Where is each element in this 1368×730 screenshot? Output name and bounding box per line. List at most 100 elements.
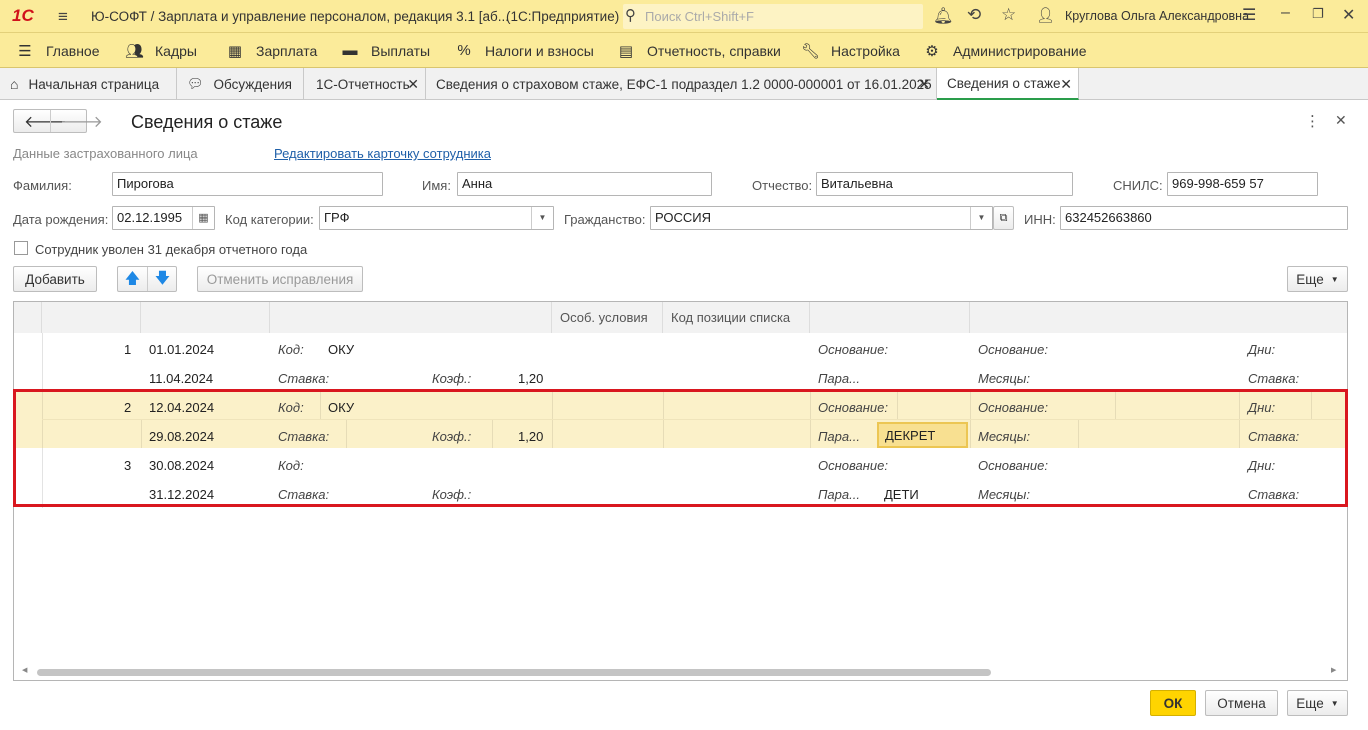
horizontal-scrollbar[interactable] bbox=[37, 669, 991, 676]
move-buttons: 🡅 🡇 bbox=[117, 266, 177, 292]
menu-reports[interactable]: ▤ Отчетность, справки bbox=[617, 33, 781, 68]
highlight-frame bbox=[13, 389, 1348, 507]
header-cell bbox=[270, 302, 552, 333]
param-label: Пара... bbox=[818, 371, 860, 386]
tab-home[interactable]: ⌂ Начальная страница bbox=[0, 68, 177, 100]
more-label: Еще bbox=[1296, 695, 1324, 711]
birth-date-field[interactable]: 02.12.1995 ▦ bbox=[112, 206, 215, 230]
wrench-icon: 🔧︎ bbox=[801, 42, 821, 60]
territory-code[interactable]: ОКУ bbox=[328, 342, 354, 357]
menu-salary[interactable]: ▦ Зарплата bbox=[226, 33, 317, 68]
date-from[interactable]: 01.01.2024 bbox=[149, 342, 214, 357]
calendar-icon[interactable]: ▦ bbox=[192, 207, 214, 229]
close-icon[interactable]: ✕ bbox=[1060, 76, 1072, 93]
star-icon[interactable]: ☆ bbox=[1001, 5, 1016, 25]
add-button[interactable]: Добавить bbox=[13, 266, 97, 292]
search-icon: ⚲ bbox=[625, 7, 636, 24]
global-search[interactable]: ⚲ Поиск Ctrl+Shift+F bbox=[623, 4, 923, 29]
open-citizenship-icon[interactable]: ⧉ bbox=[993, 206, 1014, 230]
wallet-icon: ▬ bbox=[342, 42, 358, 59]
scroll-left-icon[interactable]: ◀ bbox=[22, 666, 27, 674]
forward-arrow-icon[interactable]: 🡒 bbox=[60, 111, 103, 132]
move-down-icon[interactable]: 🡇 bbox=[148, 267, 177, 291]
birth-date-value: 02.12.1995 bbox=[117, 210, 183, 225]
dismissed-label: Сотрудник уволен 31 декабря отчетного го… bbox=[35, 242, 308, 257]
minimize-icon[interactable]: – bbox=[1281, 4, 1290, 22]
close-icon[interactable]: ✕ bbox=[407, 76, 419, 93]
menu-hr[interactable]: 👥︎ Кадры bbox=[125, 33, 197, 68]
nav-buttons: 🡐 🡒 bbox=[13, 109, 103, 133]
close-icon[interactable]: ✕ bbox=[918, 76, 930, 93]
tab-label: Сведения о стаже bbox=[947, 75, 1061, 91]
dismissed-checkbox[interactable] bbox=[14, 241, 28, 255]
more-label: Еще bbox=[1296, 271, 1324, 287]
calculator-icon: ▦ bbox=[227, 42, 243, 60]
rate-label: Ставка: bbox=[278, 371, 330, 386]
code-label: Код: bbox=[278, 342, 304, 357]
cancel-fix-button[interactable]: Отменить исправления bbox=[197, 266, 363, 292]
citizenship-select[interactable]: РОССИЯ ▼ bbox=[650, 206, 993, 230]
header-cell bbox=[141, 302, 270, 333]
title-bar: 1С ≡ Ю-СОФТ / Зарплата и управление перс… bbox=[0, 0, 1368, 33]
percent-icon: % bbox=[457, 42, 471, 59]
menu-label: Настройка bbox=[831, 42, 900, 59]
section-menu: ☰ Главное 👥︎ Кадры ▦ Зарплата ▬ Выплаты % Нал… bbox=[0, 33, 1368, 68]
close-form-icon[interactable]: ✕ bbox=[1335, 112, 1347, 129]
tab-1c-reporting[interactable]: 1С-Отчетность ✕ bbox=[304, 68, 426, 100]
tab-label: Обсуждения bbox=[213, 76, 292, 92]
more-button-bottom[interactable]: Еще ▼ bbox=[1287, 690, 1348, 716]
edit-card-link[interactable]: Редактировать карточку сотрудника bbox=[274, 146, 491, 161]
bell-icon[interactable]: 🔔︎ bbox=[933, 6, 953, 26]
home-icon: ⌂ bbox=[10, 76, 19, 92]
surname-field[interactable]: Пирогова bbox=[112, 172, 383, 196]
menu-main[interactable]: ☰ Главное bbox=[16, 33, 99, 68]
menu-taxes[interactable]: % Налоги и взносы bbox=[455, 33, 594, 68]
rate-label: Ставка: bbox=[1248, 371, 1300, 386]
cancel-button[interactable]: Отмена bbox=[1205, 690, 1278, 716]
logo-1c[interactable]: 1С bbox=[12, 6, 34, 26]
header-cell bbox=[14, 302, 42, 333]
more-button-top[interactable]: Еще ▼ bbox=[1287, 266, 1348, 292]
tab-experience[interactable]: Сведения о стаже ✕ bbox=[937, 68, 1079, 100]
restore-icon[interactable]: ❐ bbox=[1312, 6, 1324, 22]
user-name[interactable]: Круглова Ольга Александровна bbox=[1065, 9, 1249, 23]
user-icon[interactable]: 👤︎ bbox=[1036, 6, 1055, 24]
menu-payments[interactable]: ▬ Выплаты bbox=[341, 33, 431, 68]
tab-discussions[interactable]: 💬︎ Обсуждения bbox=[177, 68, 304, 100]
close-window-icon[interactable]: ✕ bbox=[1342, 5, 1355, 25]
name-field[interactable]: Анна bbox=[457, 172, 712, 196]
settings-icon[interactable]: ☰ bbox=[1242, 5, 1256, 25]
tab-label: 1С-Отчетность bbox=[316, 76, 410, 92]
inn-label: ИНН: bbox=[1024, 212, 1056, 227]
inn-field[interactable]: 632452663860 bbox=[1060, 206, 1348, 230]
citizenship-label: Гражданство: bbox=[564, 212, 646, 227]
menu-settings[interactable]: 🔧︎ Настройка bbox=[801, 33, 900, 68]
coef-value[interactable]: 1,20 bbox=[518, 371, 543, 386]
dropdown-arrow-icon[interactable]: ▼ bbox=[531, 207, 553, 229]
category-select[interactable]: ГРФ ▼ bbox=[319, 206, 554, 230]
search-input[interactable]: Поиск Ctrl+Shift+F bbox=[645, 9, 754, 24]
ok-button[interactable]: ОК bbox=[1150, 690, 1196, 716]
move-up-icon[interactable]: 🡅 bbox=[118, 267, 148, 291]
history-icon[interactable]: ⟲ bbox=[967, 5, 981, 25]
menu-admin[interactable]: ⚙ Администрирование bbox=[923, 33, 1086, 68]
row-number: 1 bbox=[124, 342, 132, 357]
header-special-conditions[interactable]: Особ. условия bbox=[552, 302, 663, 333]
snils-field[interactable]: 969-998-659 57 bbox=[1167, 172, 1318, 196]
gear-icon: ⚙ bbox=[925, 42, 939, 60]
menu-label: Отчетность, справки bbox=[647, 42, 781, 59]
date-to[interactable]: 11.04.2024 bbox=[149, 371, 213, 386]
form-title: Сведения о стаже bbox=[131, 112, 283, 132]
tab-label: Сведения о страховом стаже, ЕФС-1 подраз… bbox=[436, 76, 932, 92]
tab-efs1-document[interactable]: Сведения о страховом стаже, ЕФС-1 подраз… bbox=[426, 68, 937, 100]
patronymic-field[interactable]: Витальевна bbox=[816, 172, 1073, 196]
basis-label: Основание: bbox=[978, 342, 1048, 357]
more-vert-icon[interactable]: ⋮ bbox=[1305, 112, 1320, 130]
header-cell bbox=[970, 302, 1347, 333]
menu-label: Выплаты bbox=[371, 42, 431, 59]
scroll-right-icon[interactable]: ▶ bbox=[1331, 666, 1336, 674]
table-row[interactable]: 1 01.01.2024 11.04.2024 Код: ОКУ Ставка:… bbox=[14, 333, 1347, 391]
header-list-position-code[interactable]: Код позиции списка bbox=[663, 302, 810, 333]
main-menu-icon[interactable]: ≡ bbox=[58, 7, 68, 27]
dropdown-arrow-icon[interactable]: ▼ bbox=[970, 207, 992, 229]
